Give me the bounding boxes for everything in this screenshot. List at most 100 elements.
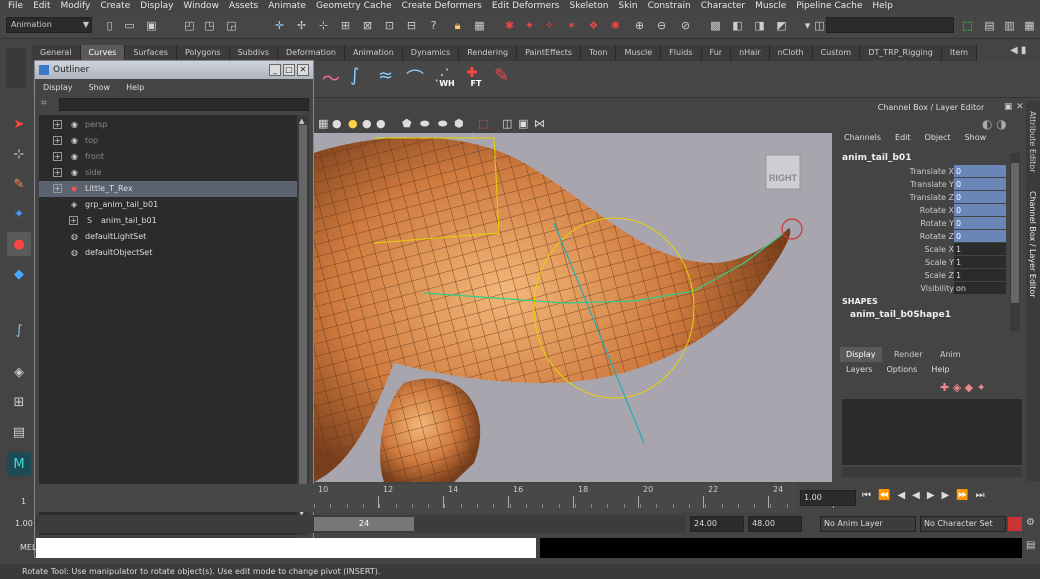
channel-box-icons[interactable]: ◐ ◑ xyxy=(982,117,1007,131)
channel-row[interactable]: Rotate X0 xyxy=(842,204,1008,217)
outliner-titlebar[interactable]: Outliner _ □ ✕ xyxy=(35,61,313,79)
expand-icon[interactable]: + xyxy=(53,120,62,129)
shelf-tab-surfaces[interactable]: Surfaces xyxy=(125,45,177,61)
shadow-icon[interactable]: ● xyxy=(362,117,372,130)
outliner-item[interactable]: ◍ defaultLightSet xyxy=(39,229,297,245)
menu-character[interactable]: Character xyxy=(697,0,751,13)
expand-icon[interactable]: + xyxy=(53,184,62,193)
menu-edit[interactable]: Edit xyxy=(29,0,56,13)
menu-constrain[interactable]: Constrain xyxy=(644,0,697,13)
hud-icon[interactable]: ⋈ xyxy=(534,117,545,130)
save-scene-icon[interactable]: ▣ xyxy=(142,16,161,35)
snap-view-plane-icon[interactable]: ✶ xyxy=(562,16,581,35)
arc-tool-icon[interactable]: ⌒ xyxy=(406,65,424,91)
script-editor-icon[interactable]: ▤ xyxy=(1026,540,1035,551)
scroll-up-icon[interactable]: ▲ xyxy=(299,117,304,125)
cmdline-language[interactable]: MEL xyxy=(20,543,36,552)
shelf-tab-polygons[interactable]: Polygons xyxy=(176,45,230,61)
outliner-filter-input[interactable] xyxy=(59,98,309,111)
menu-modify[interactable]: Modify xyxy=(57,0,97,13)
outliner-item[interactable]: + ◆ Little_T_Rex xyxy=(39,181,297,197)
menu-edit-deformers[interactable]: Edit Deformers xyxy=(488,0,566,13)
layout-single-icon[interactable]: ◈ xyxy=(7,360,31,384)
layer-tab-render[interactable]: Render xyxy=(888,347,928,362)
channel-menu-show[interactable]: Show xyxy=(965,133,987,142)
channel-row[interactable]: Translate Z0 xyxy=(842,191,1008,204)
attribute-editor-toggle-icon[interactable]: ▤ xyxy=(980,16,999,35)
close-icon[interactable]: ✕ xyxy=(297,64,309,76)
curve-tool-icon[interactable]: ∫ xyxy=(7,318,31,342)
smooth-shade-icon[interactable]: ▦ xyxy=(318,117,328,130)
outliner-menu-display[interactable]: Display xyxy=(35,80,81,96)
move-tool-icon[interactable]: ✦ xyxy=(7,202,31,226)
channel-row[interactable]: Translate X0 xyxy=(842,165,1008,178)
paint-select-tool-icon[interactable]: ✎ xyxy=(7,172,31,196)
channel-menu-edit[interactable]: Edit xyxy=(895,133,911,142)
expand-icon[interactable]: + xyxy=(53,168,62,177)
anim-end-field[interactable]: 48.00 xyxy=(748,516,802,532)
menu-skeleton[interactable]: Skeleton xyxy=(566,0,615,13)
channel-value[interactable]: on xyxy=(954,282,1006,294)
channel-box-tab[interactable]: Channel Box / Layer Editor xyxy=(1028,191,1037,298)
select-by-joint-icon[interactable]: ✢ xyxy=(292,16,311,35)
menu-create[interactable]: Create xyxy=(96,0,136,13)
paint-icon[interactable]: ✎ xyxy=(494,65,509,86)
channel-value[interactable]: 0 xyxy=(954,178,1006,190)
channel-menu-channels[interactable]: Channels xyxy=(844,133,881,142)
minimize-icon[interactable]: _ xyxy=(269,64,281,76)
pencil-curve-icon[interactable]: ≈ xyxy=(378,65,393,86)
channel-box-close-icon[interactable]: ✕ xyxy=(1016,102,1024,112)
shelf-tab-dynamics[interactable]: Dynamics xyxy=(402,45,460,61)
playback-controls[interactable]: ⏮⏪◀◀▶▶⏩⏭ xyxy=(862,490,992,501)
xray-icon[interactable]: ⬬ xyxy=(420,117,429,131)
lasso-tool-icon[interactable]: ⊹ xyxy=(7,142,31,166)
channel-value[interactable]: 1 xyxy=(954,243,1006,255)
start-time-field[interactable]: 1.00 xyxy=(12,517,36,533)
shelf-tab-subdivs[interactable]: Subdivs xyxy=(229,45,279,61)
xray-active-icon[interactable]: ⬢ xyxy=(454,117,464,130)
range-slider[interactable]: 24 xyxy=(36,515,686,533)
shelf-tab-custom[interactable]: Custom xyxy=(812,45,861,61)
select-by-handle-icon[interactable]: ✛ xyxy=(270,16,289,35)
anim-layer-select[interactable]: No Anim Layer xyxy=(820,516,916,532)
sidebar-toggle-icon[interactable]: ⬚ xyxy=(958,16,977,35)
channel-value[interactable]: 0 xyxy=(954,230,1006,242)
menu-file[interactable]: File xyxy=(4,0,29,13)
snap-grid-icon[interactable]: ✱ xyxy=(500,16,519,35)
channel-value[interactable]: 1 xyxy=(954,256,1006,268)
layer-icons[interactable]: ✚ ◈ ◆ ✦ xyxy=(940,381,986,394)
select-by-dynamic-icon[interactable]: ⊡ xyxy=(380,16,399,35)
channel-value[interactable]: 0 xyxy=(954,165,1006,177)
shape-name[interactable]: anim_tail_b0Shape1 xyxy=(850,310,951,320)
shelf-tab-muscle[interactable]: Muscle xyxy=(616,45,662,61)
expand-icon[interactable]: + xyxy=(53,136,62,145)
select-tool-icon[interactable]: ➤ xyxy=(7,112,31,136)
layer-menu-help[interactable]: Help xyxy=(931,365,949,374)
select-by-misc-icon[interactable]: ? xyxy=(424,16,443,35)
menu-set-select[interactable]: Animation ▼ xyxy=(6,17,92,33)
channel-row[interactable]: Scale Y1 xyxy=(842,256,1008,269)
frame-selected-icon[interactable]: ◫ xyxy=(502,117,512,130)
shelf-tab-animation[interactable]: Animation xyxy=(344,45,403,61)
menu-animate[interactable]: Animate xyxy=(264,0,312,13)
cv-curve-icon[interactable]: 〜 xyxy=(322,65,340,91)
tail-tip-control[interactable] xyxy=(781,218,803,240)
character-set-select[interactable]: No Character Set xyxy=(920,516,1006,532)
cb-scroll-thumb[interactable] xyxy=(1011,163,1019,303)
view-cube[interactable] xyxy=(765,154,801,190)
select-component-icon[interactable]: ◲ xyxy=(222,16,241,35)
output-ops-icon[interactable]: ⊖ xyxy=(652,16,671,35)
auto-key-icon[interactable] xyxy=(1008,517,1022,531)
expand-icon[interactable]: + xyxy=(69,216,78,225)
select-hierarchy-icon[interactable]: ◰ xyxy=(180,16,199,35)
anim-prefs-icon[interactable]: ⚙ xyxy=(1026,517,1035,528)
quick-select-input[interactable] xyxy=(826,17,954,33)
channel-value[interactable]: 1 xyxy=(954,269,1006,281)
range-end-handle[interactable]: 24 xyxy=(314,517,414,531)
make-live-icon[interactable]: ❖ xyxy=(584,16,603,35)
channel-row[interactable]: Visibility on xyxy=(842,282,1008,295)
rotate-tool-icon[interactable]: ● xyxy=(7,232,31,256)
select-object-icon[interactable]: ◳ xyxy=(200,16,219,35)
new-scene-icon[interactable]: ▯ xyxy=(100,16,119,35)
select-by-curve-icon[interactable]: ⊹ xyxy=(314,16,333,35)
